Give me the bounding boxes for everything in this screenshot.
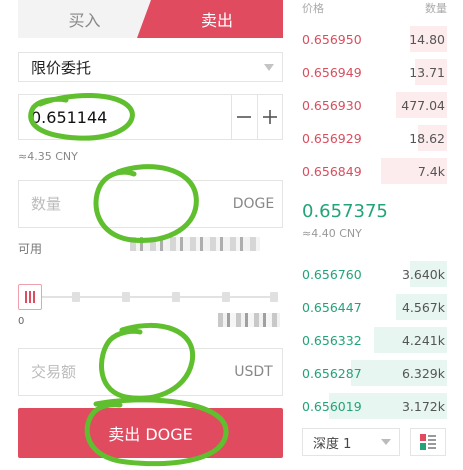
bid-row[interactable]: 0.656019 3.172k (300, 393, 447, 419)
bid-price: 0.656447 (302, 299, 362, 315)
ask-qty: 13.71 (409, 64, 445, 80)
increase-price-button[interactable] (256, 95, 283, 139)
bid-qty: 4.567k (401, 299, 445, 315)
ask-qty: 14.80 (409, 31, 445, 47)
ask-qty: 7.4k (417, 163, 445, 179)
slider-min-label: 0 (18, 316, 25, 327)
price-input[interactable] (19, 95, 231, 139)
plus-icon (262, 110, 277, 124)
ask-price: 0.656849 (302, 163, 362, 179)
side-tabs: 买入 卖出 (18, 0, 283, 38)
last-price-cny: ≈4.40 CNY (302, 227, 362, 240)
price-stepper (18, 94, 283, 140)
order-book-header: 价格 数量 (302, 0, 447, 16)
ask-row[interactable]: 0.656930 477.04 (300, 92, 447, 118)
order-type-select[interactable]: 限价委托 (18, 52, 283, 82)
last-price: 0.657375 (302, 201, 388, 222)
ask-price: 0.656929 (302, 130, 362, 146)
chevron-down-icon (381, 439, 391, 445)
quantity-input[interactable] (19, 195, 225, 213)
ask-qty: 18.62 (409, 130, 445, 146)
price-column-header: 价格 (302, 2, 324, 15)
slider-handle[interactable] (18, 284, 42, 310)
bid-price: 0.656287 (302, 365, 362, 381)
ask-price: 0.656950 (302, 31, 362, 47)
price-cny-estimate: ≈4.35 CNY (18, 150, 78, 163)
qty-column-header: 数量 (425, 2, 447, 15)
bid-qty: 6.329k (401, 365, 445, 381)
amount-field: USDT (18, 348, 283, 396)
bid-price: 0.656019 (302, 398, 362, 414)
tab-sell[interactable]: 卖出 (137, 0, 283, 38)
slider-node[interactable] (270, 292, 278, 302)
quantity-field: DOGE (18, 180, 283, 228)
redacted-balance (130, 237, 260, 251)
ask-qty: 477.04 (401, 97, 445, 113)
bid-qty: 4.241k (401, 332, 445, 348)
slider-node[interactable] (222, 292, 230, 302)
percent-slider[interactable] (18, 284, 280, 310)
bid-row[interactable]: 0.656332 4.241k (300, 327, 447, 353)
depth-select-label: 深度 1 (313, 436, 352, 452)
bid-qty: 3.172k (401, 398, 445, 414)
quantity-unit: DOGE (232, 196, 275, 212)
ask-price: 0.656930 (302, 97, 362, 113)
redacted-max (218, 313, 280, 327)
depth-select[interactable]: 深度 1 (302, 428, 400, 456)
ask-price: 0.656949 (302, 64, 362, 80)
ask-row[interactable]: 0.656950 14.80 (300, 26, 447, 52)
bid-row[interactable]: 0.656447 4.567k (300, 294, 447, 320)
amount-unit: USDT (234, 364, 273, 380)
minus-icon (237, 116, 252, 118)
slider-node[interactable] (172, 292, 180, 302)
ask-row[interactable]: 0.656929 18.62 (300, 125, 447, 151)
bid-price: 0.656760 (302, 266, 362, 282)
book-layout-button[interactable] (410, 428, 446, 456)
bid-row[interactable]: 0.656760 3.640k (300, 261, 447, 287)
decrease-price-button[interactable] (231, 95, 257, 139)
bid-row[interactable]: 0.656287 6.329k (300, 360, 447, 386)
ask-row[interactable]: 0.656949 13.71 (300, 59, 447, 85)
ask-row[interactable]: 0.656849 7.4k (300, 158, 447, 184)
slider-node[interactable] (72, 292, 80, 302)
chevron-down-icon (264, 64, 274, 71)
bid-qty: 3.640k (401, 266, 445, 282)
tab-buy[interactable]: 买入 (18, 0, 151, 38)
amount-input[interactable] (19, 363, 225, 381)
bid-price: 0.656332 (302, 332, 362, 348)
slider-node[interactable] (122, 292, 130, 302)
book-layout-icon (420, 434, 436, 450)
order-type-label: 限价委托 (31, 58, 92, 77)
available-label: 可用 (18, 242, 43, 256)
sell-doge-button[interactable]: 卖出 DOGE (18, 408, 283, 458)
